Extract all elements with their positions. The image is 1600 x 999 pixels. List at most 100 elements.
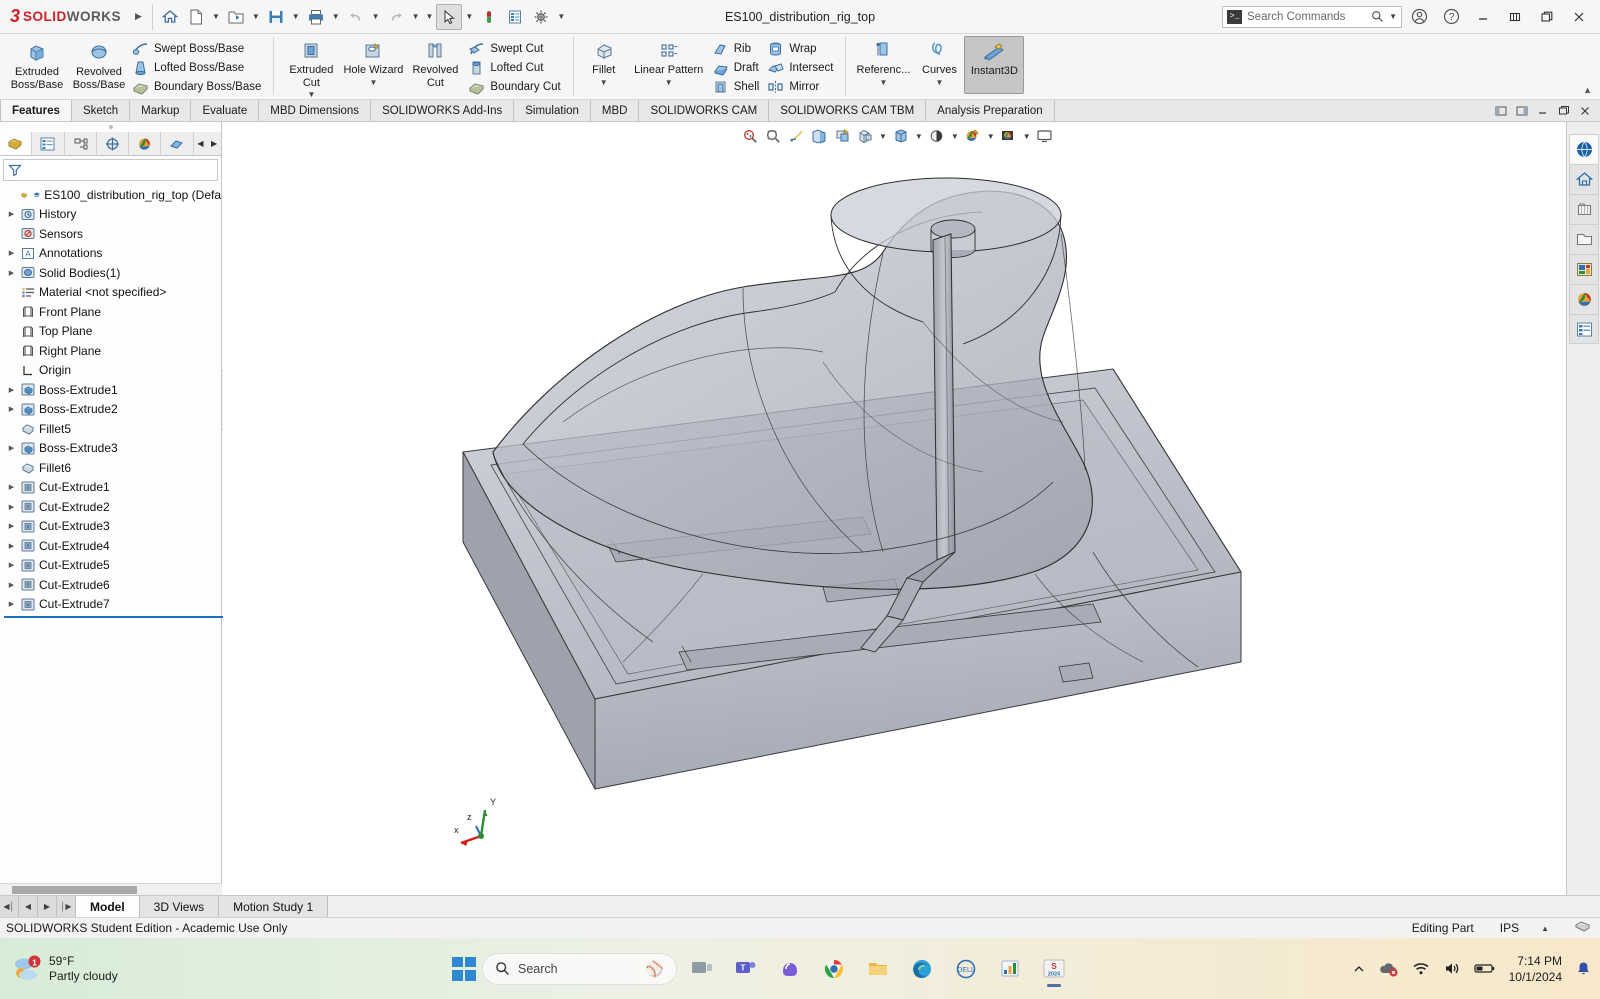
- mirror-button[interactable]: Mirror: [765, 77, 839, 96]
- microsoft-edge-icon[interactable]: [903, 949, 941, 989]
- document-close-icon[interactable]: [1576, 102, 1594, 120]
- expand-arrow-icon[interactable]: ▶: [6, 503, 17, 511]
- panel-grip[interactable]: [0, 122, 221, 132]
- hole-wizard-button[interactable]: Hole Wizard ▼: [342, 36, 404, 98]
- boundary-boss-base-button[interactable]: Boundary Boss/Base: [130, 77, 267, 96]
- revolved-boss-base-button[interactable]: Revolved Boss/Base: [68, 36, 130, 98]
- tree-item-annotations[interactable]: ▶ A Annotations: [4, 244, 221, 264]
- task-view-icon[interactable]: [683, 949, 721, 989]
- solidworks-resources-icon[interactable]: [1569, 134, 1599, 164]
- dimxpert-manager-tab[interactable]: [97, 132, 130, 155]
- intersect-button[interactable]: Intersect: [765, 58, 839, 77]
- feature-tree-horizontal-scrollbar[interactable]: [0, 883, 222, 895]
- excel-icon[interactable]: [991, 949, 1029, 989]
- lofted-boss-base-button[interactable]: Lofted Boss/Base: [130, 58, 267, 77]
- units-dropdown-icon[interactable]: ▲: [1541, 924, 1549, 933]
- graphics-viewport[interactable]: ▼ ▼ ▼ ▼ ▼ x Y z: [223, 122, 1543, 895]
- tree-item-cut-extrude4[interactable]: ▶ Cut-Extrude4: [4, 536, 221, 556]
- rib-button[interactable]: Rib: [710, 39, 766, 58]
- tree-item-cut-extrude6[interactable]: ▶ Cut-Extrude6: [4, 575, 221, 595]
- draft-button[interactable]: Draft: [710, 58, 766, 77]
- volume-icon[interactable]: [1443, 961, 1461, 976]
- dell-icon[interactable]: DELL: [947, 949, 985, 989]
- open-folder-icon[interactable]: [223, 4, 249, 30]
- wrap-button[interactable]: Wrap: [765, 39, 839, 58]
- tree-item-top-plane[interactable]: Top Plane: [4, 322, 221, 342]
- account-icon[interactable]: [1404, 3, 1434, 31]
- tree-item-cut-extrude2[interactable]: ▶ Cut-Extrude2: [4, 497, 221, 517]
- coordinate-triad[interactable]: x Y z: [451, 798, 521, 858]
- scrollbar-thumb[interactable]: [12, 886, 137, 894]
- display-manager-tab[interactable]: [129, 132, 162, 155]
- reference-geometry-button[interactable]: Referenc... ▼: [852, 36, 914, 98]
- options-dropdown-icon[interactable]: ▼: [554, 12, 568, 21]
- extruded-cut-button[interactable]: Extruded Cut ▼: [280, 36, 342, 99]
- undo-dropdown-icon[interactable]: ▼: [369, 12, 383, 21]
- design-library-icon[interactable]: [1569, 164, 1599, 194]
- tab-motion-study-1[interactable]: Motion Study 1: [219, 896, 329, 917]
- copilot-icon[interactable]: [771, 949, 809, 989]
- boundary-cut-button[interactable]: Boundary Cut: [466, 77, 566, 96]
- hole-wizard-dropdown-icon[interactable]: ▼: [369, 78, 377, 87]
- curves-dropdown-icon[interactable]: ▼: [935, 78, 943, 87]
- fillet-dropdown-icon[interactable]: ▼: [600, 78, 608, 87]
- tab-simulation[interactable]: Simulation: [514, 100, 591, 121]
- curves-button[interactable]: Curves ▼: [914, 36, 964, 98]
- restore-window-button[interactable]: [1500, 3, 1530, 31]
- next-tab-icon[interactable]: ▶: [38, 896, 57, 917]
- solidworks-taskbar-icon[interactable]: S 2024: [1035, 949, 1073, 989]
- tree-item-boss-extrude3[interactable]: ▶ Boss-Extrude3: [4, 439, 221, 459]
- previous-tab-icon[interactable]: ◀: [19, 896, 38, 917]
- file-explorer-taskbar-icon[interactable]: [859, 949, 897, 989]
- tree-item-cut-extrude7[interactable]: ▶ Cut-Extrude7: [4, 595, 221, 615]
- taskbar-clock[interactable]: 7:14 PM 10/1/2024: [1509, 953, 1562, 985]
- expand-arrow-icon[interactable]: ▶: [6, 405, 17, 413]
- tree-item-history[interactable]: ▶ History: [4, 205, 221, 225]
- start-button-icon[interactable]: [452, 956, 476, 981]
- tree-item-cut-extrude1[interactable]: ▶ Cut-Extrude1: [4, 478, 221, 498]
- tab-scroll-right-icon[interactable]: ▶: [207, 132, 221, 155]
- first-tab-icon[interactable]: ◀│: [0, 896, 19, 917]
- tab-model[interactable]: Model: [76, 896, 140, 917]
- redo-dropdown-icon[interactable]: ▼: [409, 12, 423, 21]
- rebuild-icon[interactable]: [476, 4, 502, 30]
- tree-root-item[interactable]: ES100_distribution_rig_top (Defa: [4, 185, 221, 205]
- tree-item-right-plane[interactable]: Right Plane: [4, 341, 221, 361]
- expand-arrow-icon[interactable]: ▶: [6, 600, 17, 608]
- search-dropdown-icon[interactable]: ▼: [1389, 12, 1397, 21]
- wifi-icon[interactable]: [1412, 961, 1430, 976]
- tree-item-solid-bodies[interactable]: ▶ Solid Bodies(1): [4, 263, 221, 283]
- tree-item-boss-extrude1[interactable]: ▶ Boss-Extrude1: [4, 380, 221, 400]
- appearances-scenes-icon[interactable]: [1569, 254, 1599, 284]
- tab-solidworks-add-ins[interactable]: SOLIDWORKS Add-Ins: [371, 100, 515, 121]
- extruded-cut-dropdown-icon[interactable]: ▼: [307, 90, 315, 99]
- revolved-cut-button[interactable]: Revolved Cut: [404, 36, 466, 98]
- linear-pattern-button[interactable]: Linear Pattern ▼: [628, 36, 710, 98]
- feature-tree-filter-input[interactable]: [3, 159, 218, 181]
- expand-arrow-icon[interactable]: ▶: [6, 444, 17, 452]
- configuration-manager-tab[interactable]: [65, 132, 97, 155]
- feature-manager-tab[interactable]: [0, 132, 33, 155]
- tab-mbd[interactable]: MBD: [590, 100, 640, 121]
- undo-icon[interactable]: [343, 4, 369, 30]
- reference-geometry-dropdown-icon[interactable]: ▼: [879, 78, 887, 87]
- solidworks-logo[interactable]: 3 SOLID WORKS: [0, 0, 129, 34]
- linear-pattern-dropdown-icon[interactable]: ▼: [665, 78, 673, 87]
- tree-item-boss-extrude2[interactable]: ▶ Boss-Extrude2: [4, 400, 221, 420]
- swept-cut-button[interactable]: Swept Cut: [466, 39, 566, 58]
- expand-arrow-icon[interactable]: ▶: [6, 386, 17, 394]
- tab-scroll-left-icon[interactable]: ◀: [194, 132, 208, 155]
- new-document-icon[interactable]: [183, 4, 209, 30]
- microsoft-teams-icon[interactable]: T: [727, 949, 765, 989]
- cam-manager-tab[interactable]: [161, 132, 194, 155]
- home-icon[interactable]: [157, 4, 183, 30]
- search-commands-input[interactable]: >_ Search Commands ▼: [1222, 5, 1402, 28]
- tab-evaluate[interactable]: Evaluate: [191, 100, 260, 121]
- select-cursor-icon[interactable]: [436, 3, 463, 30]
- tree-item-front-plane[interactable]: Front Plane: [4, 302, 221, 322]
- show-hidden-icons-icon[interactable]: [1352, 962, 1366, 976]
- last-tab-icon[interactable]: │▶: [57, 896, 76, 917]
- custom-properties-icon[interactable]: [1569, 284, 1599, 314]
- save-dropdown-icon[interactable]: ▼: [289, 12, 303, 21]
- expand-arrow-icon[interactable]: ▶: [6, 210, 17, 218]
